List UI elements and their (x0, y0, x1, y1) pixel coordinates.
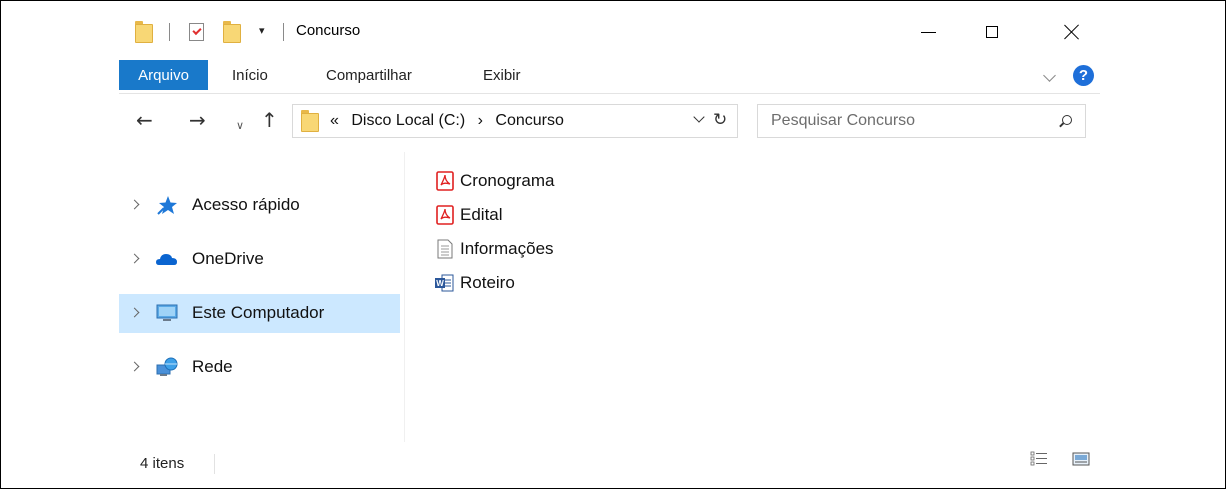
expand-ribbon-chevron-icon[interactable] (1043, 69, 1056, 82)
nav-item-label: Rede (192, 357, 233, 376)
expand-chevron-icon[interactable] (129, 199, 140, 210)
minimize-button[interactable] (905, 10, 951, 54)
recent-locations-dropdown[interactable]: ∨ (236, 114, 244, 138)
breadcrumb-overflow[interactable]: « (330, 112, 339, 129)
file-explorer-window: ▾ Concurso Arquivo Início Compartilhar E… (119, 10, 1100, 480)
breadcrumb-separator[interactable]: › (478, 112, 483, 129)
refresh-button[interactable]: ↻ (713, 110, 727, 130)
nav-item-label: Acesso rápido (192, 195, 300, 214)
navigation-pane: Acesso rápido OneDrive Este Computador R… (119, 152, 405, 442)
nav-item-acesso-rapido[interactable]: Acesso rápido (119, 186, 400, 225)
star-pin-icon (157, 196, 177, 215)
address-bar[interactable]: « Disco Local (C:) › Concurso ↻ (292, 104, 738, 138)
tab-compartilhar[interactable]: Compartilhar (326, 60, 412, 92)
close-icon (1064, 24, 1080, 40)
maximize-button[interactable] (969, 10, 1015, 54)
properties-icon[interactable] (189, 23, 204, 41)
customize-quick-access-dropdown[interactable]: ▾ (259, 24, 265, 37)
search-box[interactable]: Pesquisar Concurso (757, 104, 1086, 138)
tab-arquivo[interactable]: Arquivo (119, 60, 208, 90)
svg-text:W: W (436, 279, 444, 288)
breadcrumb: « Disco Local (C:) › Concurso (330, 112, 572, 130)
large-icons-view-icon[interactable] (1072, 451, 1090, 467)
tab-inicio[interactable]: Início (232, 60, 268, 92)
back-button[interactable]: ← (136, 108, 153, 132)
file-name: Roteiro (460, 273, 515, 292)
new-folder-icon[interactable] (223, 21, 241, 43)
maximize-icon (986, 26, 998, 38)
address-toolbar: ← → ∨ ↑ « Disco Local (C:) › Concurso ↻ … (119, 94, 1100, 150)
cloud-icon (156, 254, 177, 265)
expand-chevron-icon[interactable] (129, 253, 140, 264)
nav-item-label: Este Computador (192, 303, 325, 322)
breadcrumb-disco-local[interactable]: Disco Local (C:) (351, 112, 465, 129)
word-doc-icon: W (435, 274, 454, 292)
monitor-icon (156, 304, 178, 321)
toolbar-separator (283, 23, 284, 41)
details-view-icon[interactable] (1030, 451, 1048, 467)
folder-icon (301, 110, 319, 132)
status-bar: 4 itens (119, 442, 1100, 480)
title-bar: ▾ Concurso (119, 10, 1100, 56)
folder-icon (135, 21, 153, 43)
minimize-icon (920, 31, 936, 33)
file-name: Informações (460, 239, 554, 258)
search-input[interactable]: Pesquisar Concurso (771, 112, 915, 130)
help-button[interactable]: ? (1073, 65, 1094, 86)
nav-item-onedrive[interactable]: OneDrive (119, 240, 400, 279)
breadcrumb-concurso[interactable]: Concurso (495, 112, 563, 129)
ribbon-tabs: Arquivo Início Compartilhar Exibir ? (119, 57, 1100, 94)
file-name: Edital (460, 205, 503, 224)
network-icon (156, 357, 178, 376)
close-button[interactable] (1049, 10, 1095, 54)
text-file-icon (437, 239, 453, 259)
forward-button[interactable]: → (189, 108, 206, 132)
nav-item-rede[interactable]: Rede (119, 348, 400, 387)
expand-chevron-icon[interactable] (129, 307, 140, 318)
pdf-icon (436, 205, 454, 225)
address-history-dropdown-icon[interactable] (693, 111, 705, 123)
item-count: 4 itens (140, 455, 185, 472)
toolbar-separator (169, 23, 170, 41)
file-list: Cronograma Edital Informações W Roteiro (405, 152, 1100, 442)
tab-exibir[interactable]: Exibir (483, 60, 521, 92)
nav-item-este-computador[interactable]: Este Computador (119, 294, 400, 333)
up-button[interactable]: ↑ (261, 108, 278, 132)
status-separator (214, 454, 215, 474)
pdf-icon (436, 171, 454, 191)
search-icon[interactable] (1062, 115, 1072, 125)
file-name: Cronograma (460, 171, 555, 190)
nav-item-label: OneDrive (192, 249, 264, 268)
expand-chevron-icon[interactable] (129, 361, 140, 372)
window-title: Concurso (296, 22, 361, 39)
